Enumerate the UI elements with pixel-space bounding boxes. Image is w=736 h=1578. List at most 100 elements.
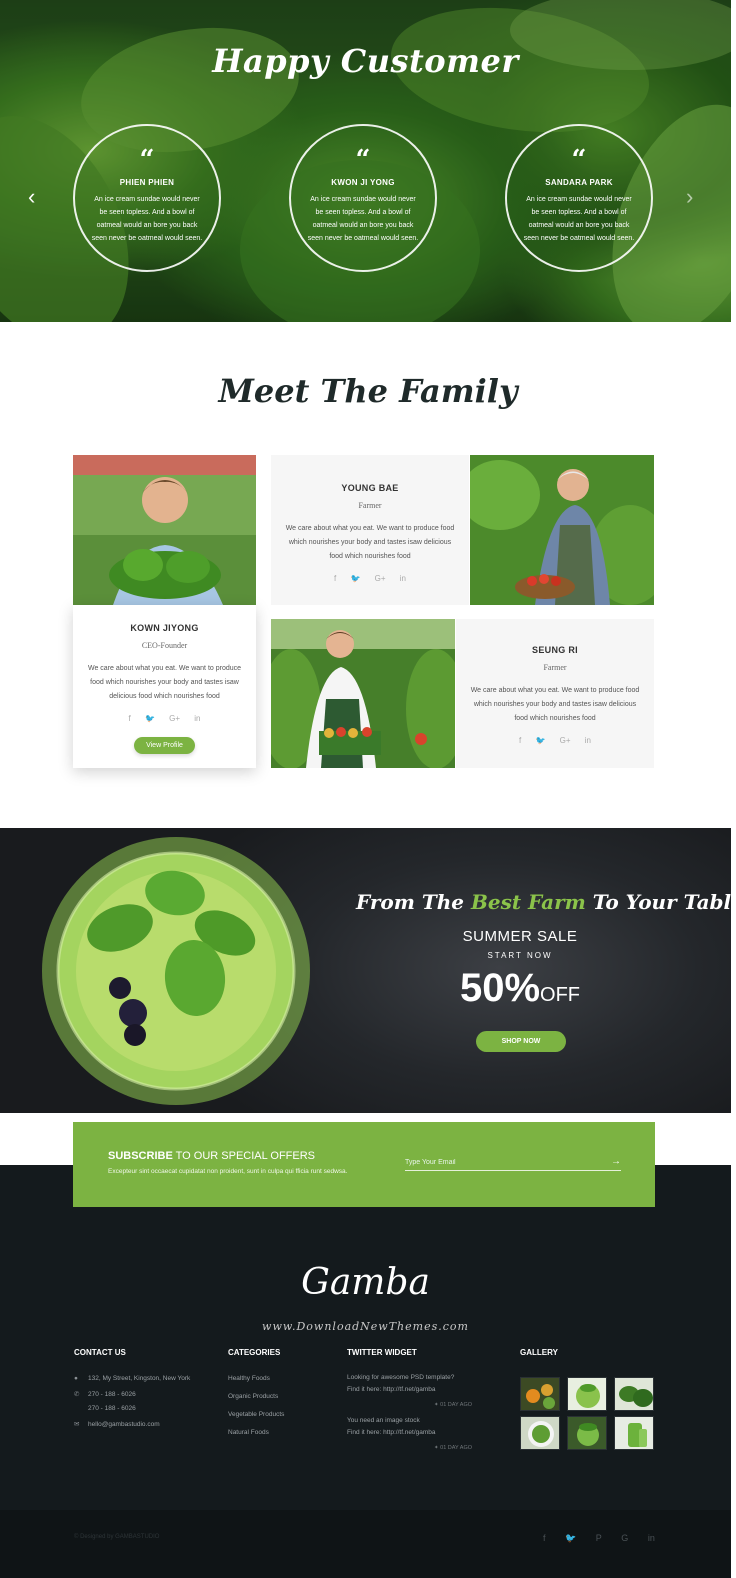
phone-text: 270 - 188 - 6026 (88, 1391, 136, 1398)
member-social-links: f 🐦 G+ in (73, 714, 256, 723)
linkedin-icon[interactable]: in (648, 1533, 655, 1543)
facebook-icon[interactable]: f (519, 736, 521, 745)
twitter-icon[interactable]: 🐦 (350, 574, 360, 583)
facebook-icon[interactable]: f (334, 574, 336, 583)
member-photo (470, 455, 654, 605)
copyright-text: © Designed by GAMBASTUDIO (74, 1534, 160, 1540)
sale-start-label: START NOW (487, 951, 553, 960)
testimonial-card: “ PHIEN PHIEN An ice cream sundae would … (73, 124, 221, 272)
customer-name: PHIEN PHIEN (119, 178, 175, 187)
contact-phone: ✆ 270 - 188 - 6026 (74, 1390, 136, 1398)
heading-text: To Your Table (585, 890, 736, 914)
category-link[interactable]: Natural Foods (228, 1429, 269, 1436)
member-name: KOWN JIYONG (130, 623, 199, 633)
testimonial-card: “ SANDARA PARK An ice cream sundae would… (505, 124, 653, 272)
subscribe-description: Excepteur sint occaecat cupidatat non pr… (108, 1168, 348, 1175)
member-description: We care about what you eat. We want to p… (470, 687, 640, 722)
member-description: We care about what you eat. We want to p… (87, 665, 242, 700)
arrow-right-icon[interactable]: → (611, 1156, 621, 1167)
chevron-left-icon[interactable]: ‹ (28, 186, 35, 208)
testimonial-text: An ice cream sundae would never be seen … (91, 196, 203, 242)
tweet-line: Looking for awesome PSD template? (347, 1374, 455, 1381)
email-text[interactable]: hello@gambastudio.com (88, 1421, 160, 1428)
quote-icon: “ (571, 145, 587, 175)
gallery-heading: GALLERY (520, 1348, 558, 1357)
twitter-icon[interactable]: 🐦 (565, 1533, 576, 1544)
linkedin-icon[interactable]: in (194, 714, 200, 723)
quote-icon: “ (139, 145, 155, 175)
member-social-links: f 🐦 G+ in (271, 574, 469, 583)
member-social-links: f 🐦 G+ in (456, 736, 654, 745)
smoothie-jar-image (42, 837, 310, 1105)
gallery-thumb[interactable] (520, 1416, 560, 1450)
member-description: We care about what you eat. We want to p… (285, 525, 455, 560)
gallery-thumb[interactable] (614, 1416, 654, 1450)
gallery-thumb[interactable] (567, 1377, 607, 1411)
section-title: Meet The Family (218, 372, 518, 410)
member-card-featured: KOWN JIYONG CEO-Founder We care about wh… (73, 605, 256, 768)
sale-subtitle: SUMMER SALE (462, 928, 578, 945)
member-role: Farmer (543, 663, 567, 672)
phone-text: 270 - 188 - 6026 (88, 1405, 136, 1412)
footer-social-links: f 🐦 P G in (543, 1533, 672, 1544)
member-role: CEO-Founder (141, 641, 188, 650)
section-title: Happy Customer (212, 42, 519, 80)
contact-email[interactable]: ✉ hello@gambastudio.com (74, 1420, 160, 1428)
phone-icon: ✆ (74, 1391, 80, 1398)
linkedin-icon[interactable]: in (585, 736, 591, 745)
google-plus-icon[interactable]: G+ (375, 574, 386, 583)
map-pin-icon: ● (74, 1375, 78, 1382)
facebook-icon[interactable]: f (543, 1533, 546, 1543)
testimonials-section: Happy Customer ‹ › “ PHIEN PHIEN An ice … (0, 0, 731, 322)
member-name: SEUNG RI (532, 645, 578, 655)
pinterest-icon[interactable]: P (596, 1533, 602, 1543)
google-plus-icon[interactable]: G+ (169, 714, 180, 723)
subscribe-box: SUBSCRIBE TO OUR SPECIAL OFFERS Excepteu… (73, 1122, 655, 1207)
heading-accent: Best Farm (470, 890, 586, 914)
gallery-thumb[interactable] (614, 1377, 654, 1411)
category-link[interactable]: Vegetable Products (228, 1411, 284, 1418)
customer-name: KWON JI YONG (331, 178, 395, 187)
contact-phone: 270 - 188 - 6026 (74, 1405, 136, 1412)
discount-percent: 50% (459, 966, 541, 1010)
categories-heading: CATEGORIES (228, 1348, 281, 1357)
linkedin-icon[interactable]: in (400, 574, 406, 583)
member-photo (73, 455, 256, 605)
category-link[interactable]: Organic Products (228, 1393, 278, 1400)
category-link[interactable]: Healthy Foods (228, 1375, 270, 1382)
member-card: YOUNG BAE Farmer We care about what you … (271, 455, 469, 605)
chevron-right-icon[interactable]: › (686, 186, 693, 208)
facebook-icon[interactable]: f (128, 714, 130, 723)
address-text: 132, My Street, Kingston, New York (88, 1375, 191, 1382)
customer-name: SANDARA PARK (545, 178, 613, 187)
tweet-link[interactable]: Find it here: http://tf.net/gamba (347, 1386, 436, 1393)
member-name: YOUNG BAE (341, 483, 399, 493)
discount-off-label: OFF (540, 984, 581, 1006)
heading-text: From The (356, 890, 471, 914)
twitter-icon[interactable]: 🐦 (145, 714, 155, 723)
subscribe-title: SUBSCRIBE TO OUR SPECIAL OFFERS (108, 1150, 315, 1162)
shop-now-button[interactable]: SHOP NOW (476, 1031, 566, 1052)
sale-heading: From The Best Farm To Your Table (356, 890, 736, 914)
view-profile-button[interactable]: View Profile (134, 737, 195, 754)
quote-icon: “ (355, 145, 371, 175)
google-icon[interactable]: G (621, 1533, 628, 1543)
twitter-icon[interactable]: 🐦 (535, 736, 545, 745)
tweet-meta: ✦ 01 DAY AGO (434, 1445, 472, 1451)
tweet-meta: ✦ 01 DAY AGO (434, 1402, 472, 1408)
google-plus-icon[interactable]: G+ (560, 736, 571, 745)
tweet-time: 01 DAY AGO (440, 1402, 473, 1408)
discount-display: 50%OFF (420, 966, 620, 1011)
gallery-thumb[interactable] (567, 1416, 607, 1450)
member-photo (271, 619, 455, 768)
gallery-thumb[interactable] (520, 1377, 560, 1411)
subscribe-title-rest: TO OUR SPECIAL OFFERS (172, 1150, 316, 1162)
email-field[interactable] (405, 1155, 621, 1171)
member-role: Farmer (358, 501, 382, 510)
tweet-line: You need an image stock (347, 1417, 420, 1424)
testimonial-text: An ice cream sundae would never be seen … (523, 196, 635, 242)
member-card: SEUNG RI Farmer We care about what you e… (456, 619, 654, 768)
contact-address: ● 132, My Street, Kingston, New York (74, 1375, 190, 1382)
footer-bottom-bar (0, 1510, 731, 1578)
tweet-link[interactable]: Find it here: http://tf.net/gamba (347, 1429, 436, 1436)
